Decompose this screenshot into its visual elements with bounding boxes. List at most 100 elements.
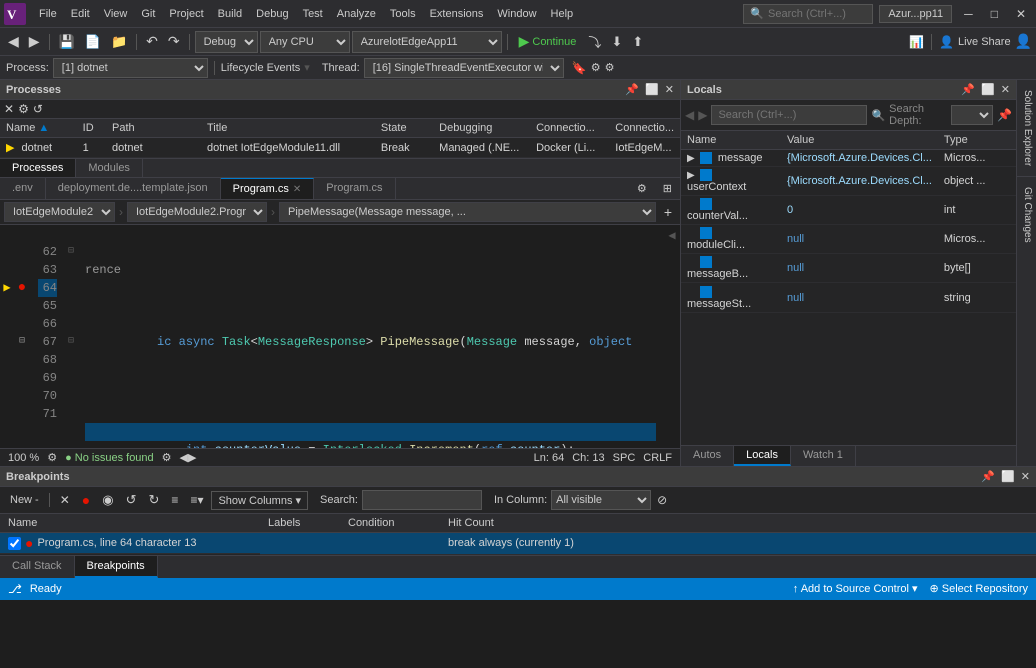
col-conn1-header[interactable]: Connectio... <box>530 119 609 138</box>
process-dropdown[interactable]: [1] dotnet <box>53 58 208 78</box>
debug-tab-autos[interactable]: Autos <box>681 446 734 466</box>
show-columns-button[interactable]: Show Columns ▾ <box>211 491 308 510</box>
in-column-dropdown[interactable]: All visible <box>551 490 651 510</box>
thread-dropdown[interactable]: [16] SingleThreadEventExecutor wi... <box>364 58 564 78</box>
menu-file[interactable]: File <box>32 4 64 24</box>
list-view-button[interactable]: ≡ <box>167 491 182 509</box>
menu-extensions[interactable]: Extensions <box>423 4 491 24</box>
locals-float-icon[interactable]: ⬜ <box>981 83 995 96</box>
float-icon[interactable]: ⬜ <box>645 83 659 96</box>
restore-button[interactable]: □ <box>985 5 1004 23</box>
class-dropdown[interactable]: IotEdgeModule2.Program <box>127 202 267 222</box>
collapse-icon[interactable]: ◀ <box>668 227 675 245</box>
tab-deployment[interactable]: deployment.de....template.json <box>46 178 221 199</box>
bp-enabled-checkbox[interactable] <box>8 537 21 550</box>
expand-icon[interactable]: ▶ <box>687 153 695 164</box>
close-panel-icon[interactable]: ✕ <box>665 83 674 96</box>
list-options-button[interactable]: ≡▾ <box>186 491 207 509</box>
add-watch-button[interactable]: + <box>660 202 676 222</box>
new-breakpoint-button[interactable]: New - <box>6 492 43 508</box>
project-dropdown[interactable]: AzurelotEdgeApp11 <box>352 31 502 53</box>
menu-edit[interactable]: Edit <box>64 4 97 24</box>
bottom-tab-callstack[interactable]: Call Stack <box>0 556 75 578</box>
locals-row-messageb[interactable]: ▶ messageB... null byte[] <box>681 254 1016 283</box>
tab-program-2[interactable]: Program.cs <box>314 178 395 199</box>
step-out-button[interactable]: ⬆ <box>628 32 647 52</box>
locals-row-messagest[interactable]: ▶ messageSt... null string <box>681 283 1016 312</box>
lifecycle-button[interactable]: Lifecycle Events <box>221 62 300 74</box>
step-back-button[interactable]: ↺ <box>122 490 141 510</box>
bp-search-input[interactable] <box>362 490 482 510</box>
minimize-button[interactable]: ─ <box>958 5 979 23</box>
breakpoint-column[interactable]: ● ⊟ <box>14 225 30 448</box>
module-dropdown[interactable]: IotEdgeModule2 <box>4 202 115 222</box>
refresh-icon[interactable]: ↺ <box>33 102 43 116</box>
build-settings-icon[interactable]: ⚙ <box>162 451 172 464</box>
bp-close-icon[interactable]: ✕ <box>1021 470 1030 483</box>
save-button[interactable]: 💾 <box>55 32 79 52</box>
col-conn2-header[interactable]: Connectio... <box>609 119 680 138</box>
table-row[interactable]: ▶ dotnet 1 dotnet dotnet IotEdgeModule11… <box>0 138 680 158</box>
zoom-settings-icon[interactable]: ⚙ <box>47 451 57 464</box>
menu-analyze[interactable]: Analyze <box>330 4 383 24</box>
enable-bp-button[interactable]: ● <box>78 490 94 510</box>
menu-debug[interactable]: Debug <box>249 4 295 24</box>
method-dropdown[interactable]: PipeMessage(Message message, ... <box>279 202 656 222</box>
menu-window[interactable]: Window <box>490 4 543 24</box>
code-content[interactable]: rence ic async Task<MessageResponse> Pip… <box>77 225 664 448</box>
tab-close-icon[interactable]: ✕ <box>293 184 301 195</box>
col-path-header[interactable]: Path <box>106 119 201 138</box>
menu-help[interactable]: Help <box>544 4 581 24</box>
delete-process-icon[interactable]: ✕ <box>4 102 14 116</box>
account-icon[interactable]: 👤 <box>1015 33 1032 50</box>
bottom-tab-breakpoints[interactable]: Breakpoints <box>75 556 158 578</box>
tab-program-active[interactable]: Program.cs ✕ <box>221 178 315 199</box>
add-source-control-button[interactable]: ↑ Add to Source Control ▾ <box>793 582 918 595</box>
delete-bp-button[interactable]: ✕ <box>56 491 74 509</box>
col-state-header[interactable]: State <box>375 119 433 138</box>
azure-project-button[interactable]: Azur...pp11 <box>879 5 952 23</box>
pin-icon[interactable]: 📌 <box>625 83 639 96</box>
side-tab-solution-explorer[interactable]: Solution Explorer <box>1017 80 1036 177</box>
locals-close-icon[interactable]: ✕ <box>1001 83 1010 96</box>
debug-tab-watch1[interactable]: Watch 1 <box>791 446 856 466</box>
menu-project[interactable]: Project <box>162 4 210 24</box>
col-title-header[interactable]: Title <box>201 119 375 138</box>
disable-bp-button[interactable]: ◉ <box>98 490 117 510</box>
continue-button[interactable]: ▶ Continue <box>513 31 583 52</box>
debug-tab-locals[interactable]: Locals <box>734 446 791 466</box>
menu-search-box[interactable]: 🔍 <box>743 4 873 24</box>
locals-row-usercontext[interactable]: ▶ userContext {Microsoft.Azure.Devices.C… <box>681 167 1016 196</box>
bp-pin-icon[interactable]: 📌 <box>981 470 995 483</box>
menu-git[interactable]: Git <box>134 4 162 24</box>
diff-icon[interactable]: ◀▶ <box>180 451 197 464</box>
menu-build[interactable]: Build <box>211 4 249 24</box>
subtab-processes[interactable]: Processes <box>0 159 76 177</box>
locals-pin-icon[interactable]: 📌 <box>961 83 975 96</box>
tab-env[interactable]: .env <box>0 178 46 199</box>
select-repository-button[interactable]: ⊕ Select Repository <box>930 582 1028 595</box>
side-tab-git-changes[interactable]: Git Changes <box>1017 177 1036 253</box>
step-over-button[interactable]: ⤵ <box>584 30 605 53</box>
locals-depth-dropdown[interactable] <box>951 105 993 125</box>
subtab-modules[interactable]: Modules <box>76 159 143 177</box>
open-button[interactable]: 📁 <box>107 32 131 52</box>
add-button[interactable]: 📄 <box>81 32 105 52</box>
settings-icon[interactable]: ⚙ <box>18 102 29 116</box>
col-id-header[interactable]: ID <box>77 119 106 138</box>
split-editor-button[interactable]: ⊞ <box>655 178 680 199</box>
nav-back-button[interactable]: ◀ <box>4 31 23 52</box>
col-debugging-header[interactable]: Debugging <box>433 119 530 138</box>
locals-row-counterval[interactable]: ▶ counterVal... 0 int <box>681 196 1016 225</box>
redo-button[interactable]: ↷ <box>164 31 184 52</box>
menu-test[interactable]: Test <box>296 4 330 24</box>
step-fwd-button[interactable]: ↻ <box>145 490 164 510</box>
locals-row-message[interactable]: ▶ message {Microsoft.Azure.Devices.Cl...… <box>681 150 1016 167</box>
live-share-label[interactable]: Live Share <box>958 36 1011 48</box>
locals-pin-search-button[interactable]: 📌 <box>997 108 1012 122</box>
bp-float-icon[interactable]: ⬜ <box>1001 470 1015 483</box>
bp-table-row[interactable]: ● Program.cs, line 64 character 13 break… <box>0 533 1036 555</box>
close-button[interactable]: ✕ <box>1010 5 1032 23</box>
col-name-header[interactable]: Name ▲ <box>0 119 77 138</box>
platform-dropdown[interactable]: Any CPU <box>260 31 350 53</box>
